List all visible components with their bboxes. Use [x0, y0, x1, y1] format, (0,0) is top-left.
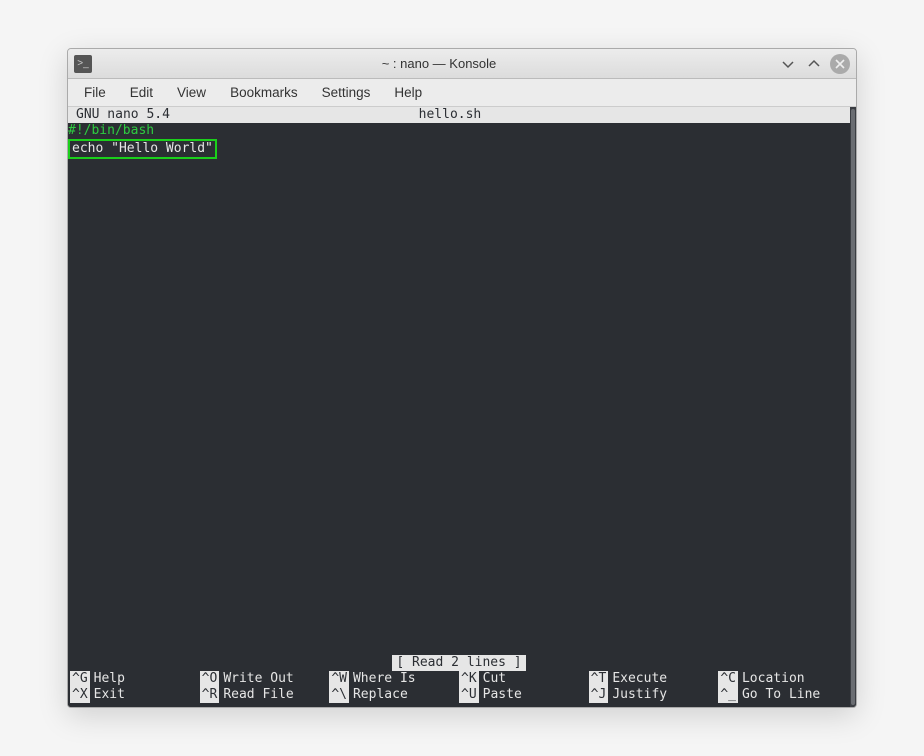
menu-settings[interactable]: Settings	[312, 81, 381, 104]
shortcut-readfile: ^RRead File	[200, 687, 330, 703]
shortcut-gotoline: ^_Go To Line	[718, 687, 848, 703]
titlebar[interactable]: >_ ~ : nano — Konsole	[68, 49, 856, 79]
terminal-container: GNU nano 5.4 hello.sh #!/bin/bash echo "…	[68, 107, 856, 707]
konsole-window: >_ ~ : nano — Konsole File Edit View Boo…	[67, 48, 857, 708]
menubar: File Edit View Bookmarks Settings Help	[68, 79, 856, 107]
close-button[interactable]	[830, 54, 850, 74]
menu-help[interactable]: Help	[384, 81, 432, 104]
nano-status-text: [ Read 2 lines ]	[392, 655, 525, 671]
shortcut-writeout: ^OWrite Out	[200, 671, 330, 687]
shortcut-execute: ^TExecute	[589, 671, 719, 687]
nano-header: GNU nano 5.4 hello.sh	[68, 107, 850, 123]
maximize-button[interactable]	[804, 54, 824, 74]
shortcut-exit: ^XExit	[70, 687, 200, 703]
nano-filename: hello.sh	[170, 107, 730, 123]
menu-bookmarks[interactable]: Bookmarks	[220, 81, 308, 104]
shortcut-location: ^CLocation	[718, 671, 848, 687]
terminal-icon: >_	[74, 55, 92, 73]
annotation-highlight: echo "Hello World"	[68, 139, 217, 159]
shortcut-whereis: ^WWhere Is	[329, 671, 459, 687]
shebang-line: #!/bin/bash	[68, 123, 154, 139]
menu-file[interactable]: File	[74, 81, 116, 104]
terminal[interactable]: GNU nano 5.4 hello.sh #!/bin/bash echo "…	[68, 107, 850, 707]
window-title: ~ : nano — Konsole	[100, 56, 778, 71]
nano-body[interactable]: #!/bin/bash echo "Hello World"	[68, 123, 850, 159]
shortcut-paste: ^UPaste	[459, 687, 589, 703]
scrollbar-thumb[interactable]	[851, 109, 855, 705]
shortcut-help: ^GHelp	[70, 671, 200, 687]
menu-edit[interactable]: Edit	[120, 81, 163, 104]
nano-status: [ Read 2 lines ]	[68, 655, 850, 671]
window-controls	[778, 54, 850, 74]
shortcut-justify: ^JJustify	[589, 687, 719, 703]
nano-shortcuts: ^GHelp ^OWrite Out ^WWhere Is ^KCut ^TEx…	[70, 671, 848, 703]
echo-line: echo "Hello World"	[70, 141, 215, 157]
terminal-scrollbar[interactable]	[850, 107, 856, 707]
minimize-button[interactable]	[778, 54, 798, 74]
shortcut-cut: ^KCut	[459, 671, 589, 687]
nano-version: GNU nano 5.4	[68, 107, 170, 123]
menu-view[interactable]: View	[167, 81, 216, 104]
shortcut-replace: ^\Replace	[329, 687, 459, 703]
